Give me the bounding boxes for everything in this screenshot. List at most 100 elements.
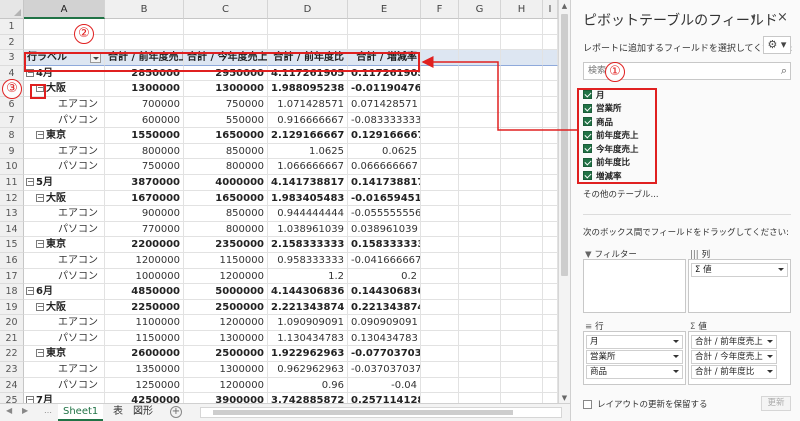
pill-dropdown-icon[interactable] <box>767 340 773 343</box>
cell-g[interactable] <box>459 19 501 35</box>
defer-update-option[interactable]: レイアウトの更新を保留する <box>583 398 708 410</box>
cell-h[interactable] <box>501 221 543 238</box>
pivot-value-cell[interactable]: 2600000 <box>105 346 184 363</box>
column-header-e[interactable]: E <box>348 0 421 19</box>
pivot-row-label[interactable]: エアコン <box>24 315 105 331</box>
pivot-row-label[interactable]: エアコン <box>24 206 105 222</box>
row-header[interactable]: 9 <box>0 143 24 160</box>
cell-h[interactable] <box>501 174 543 191</box>
cell-g[interactable] <box>459 96 501 113</box>
cell-i[interactable] <box>543 330 558 347</box>
row-header[interactable]: 16 <box>0 252 24 269</box>
pivot-value-cell[interactable]: 0.916666667 <box>268 112 348 129</box>
pivot-row-label[interactable]: エアコン <box>24 143 105 160</box>
row-header[interactable]: 3 <box>0 50 24 66</box>
row-header[interactable]: 8 <box>0 128 24 144</box>
cell-i[interactable] <box>543 50 558 66</box>
pivot-value-cell[interactable]: 4000000 <box>184 174 268 191</box>
pivot-row-label[interactable]: エアコン <box>24 362 105 378</box>
pivot-value-cell[interactable]: 1100000 <box>105 315 184 331</box>
cell-i[interactable] <box>543 315 558 331</box>
pivot-value-cell[interactable]: 800000 <box>105 143 184 160</box>
pivot-value-cell[interactable]: 2.129166667 <box>268 128 348 144</box>
pivot-row-label[interactable]: エアコン <box>24 252 105 269</box>
cell-h[interactable] <box>501 34 543 51</box>
pivot-value-cell[interactable]: 4.144306836 <box>268 284 348 300</box>
cell-g[interactable] <box>459 237 501 253</box>
cell-g[interactable] <box>459 128 501 144</box>
scroll-up-icon[interactable]: ▲ <box>559 1 570 12</box>
cell-i[interactable] <box>543 299 558 316</box>
cell-h[interactable] <box>501 19 543 35</box>
values-drop-area[interactable]: 合計 / 前年度売上 合計 / 今年度売上 合計 / 前年度比 <box>688 331 791 385</box>
cell-f[interactable] <box>421 237 459 253</box>
pivot-value-cell[interactable]: 1300000 <box>184 81 268 97</box>
cell-g[interactable] <box>459 65 501 82</box>
cell-i[interactable] <box>543 237 558 253</box>
cell-g[interactable] <box>459 221 501 238</box>
area-field-pill[interactable]: 営業所 <box>586 350 683 364</box>
sheet-tab[interactable]: 表 <box>108 404 128 421</box>
collapse-toggle-icon[interactable]: − <box>36 240 44 249</box>
cell-i[interactable] <box>543 81 558 97</box>
cell-h[interactable] <box>501 284 543 300</box>
defer-update-checkbox[interactable] <box>583 399 592 409</box>
pivot-value-cell[interactable]: 1200000 <box>184 268 268 285</box>
cell-f[interactable] <box>421 19 459 35</box>
pivot-row-label[interactable]: −5月 <box>24 174 105 191</box>
row-header[interactable]: 18 <box>0 284 24 300</box>
cell-f[interactable] <box>421 50 459 66</box>
pivot-value-cell[interactable]: 0.130434783 <box>348 330 421 347</box>
pivot-row-label[interactable]: −6月 <box>24 284 105 300</box>
cell-b[interactable] <box>105 34 184 51</box>
row-header[interactable]: 20 <box>0 315 24 331</box>
cell-d[interactable] <box>268 34 348 51</box>
cell-f[interactable] <box>421 362 459 378</box>
column-header-i[interactable]: I <box>543 0 558 19</box>
cell-f[interactable] <box>421 299 459 316</box>
pill-dropdown-icon[interactable] <box>673 355 679 358</box>
cell-h[interactable] <box>501 159 543 175</box>
pivot-value-cell[interactable]: 550000 <box>184 112 268 129</box>
pivot-value-cell[interactable]: 1350000 <box>105 362 184 378</box>
cell-f[interactable] <box>421 174 459 191</box>
area-field-pill[interactable]: 合計 / 前年度比 <box>691 365 777 379</box>
pivot-value-cell[interactable]: 0.158333333 <box>348 237 421 253</box>
cell-h[interactable] <box>501 330 543 347</box>
cell-g[interactable] <box>459 159 501 175</box>
pivot-value-cell[interactable]: 0.066666667 <box>348 159 421 175</box>
cell-f[interactable] <box>421 159 459 175</box>
cell-i[interactable] <box>543 112 558 129</box>
pivot-value-cell[interactable]: 1650000 <box>184 128 268 144</box>
pivot-value-cell[interactable]: 0.962962963 <box>268 362 348 378</box>
cell-h[interactable] <box>501 96 543 113</box>
pivot-value-cell[interactable]: -0.011904762 <box>348 81 421 97</box>
vertical-scrollbar[interactable]: ▲ ▼ <box>558 0 570 405</box>
next-sheet-icon[interactable]: ▶ <box>22 406 28 415</box>
cell-f[interactable] <box>421 268 459 285</box>
cell-c[interactable] <box>184 34 268 51</box>
cell-i[interactable] <box>543 284 558 300</box>
cell-h[interactable] <box>501 81 543 97</box>
prev-sheet-icon[interactable]: ◀ <box>6 406 12 415</box>
cell-i[interactable] <box>543 346 558 363</box>
cell-h[interactable] <box>501 65 543 82</box>
pivot-row-label[interactable]: − 大阪 <box>24 190 105 207</box>
row-header[interactable]: 14 <box>0 221 24 238</box>
pivot-value-cell[interactable]: 0.2 <box>348 268 421 285</box>
cell-i[interactable] <box>543 143 558 160</box>
rows-drop-area[interactable]: 月営業所 商品 <box>583 331 686 385</box>
pivot-value-cell[interactable]: 850000 <box>184 206 268 222</box>
pivot-value-cell[interactable]: 1.090909091 <box>268 315 348 331</box>
pill-dropdown-icon[interactable] <box>767 355 773 358</box>
pivot-value-cell[interactable]: 1.983405483 <box>268 190 348 207</box>
row-header[interactable]: 10 <box>0 159 24 175</box>
collapse-toggle-icon[interactable]: − <box>36 131 44 140</box>
pivot-value-cell[interactable]: 1150000 <box>184 252 268 269</box>
pivot-value-cell[interactable]: 2.221343874 <box>268 299 348 316</box>
pivot-value-cell[interactable]: 1300000 <box>184 362 268 378</box>
pivot-value-cell[interactable]: 0.958333333 <box>268 252 348 269</box>
area-field-pill[interactable]: 合計 / 前年度売上 <box>691 335 777 349</box>
pivot-row-label[interactable]: − 東京 <box>24 346 105 363</box>
cell-f[interactable] <box>421 315 459 331</box>
